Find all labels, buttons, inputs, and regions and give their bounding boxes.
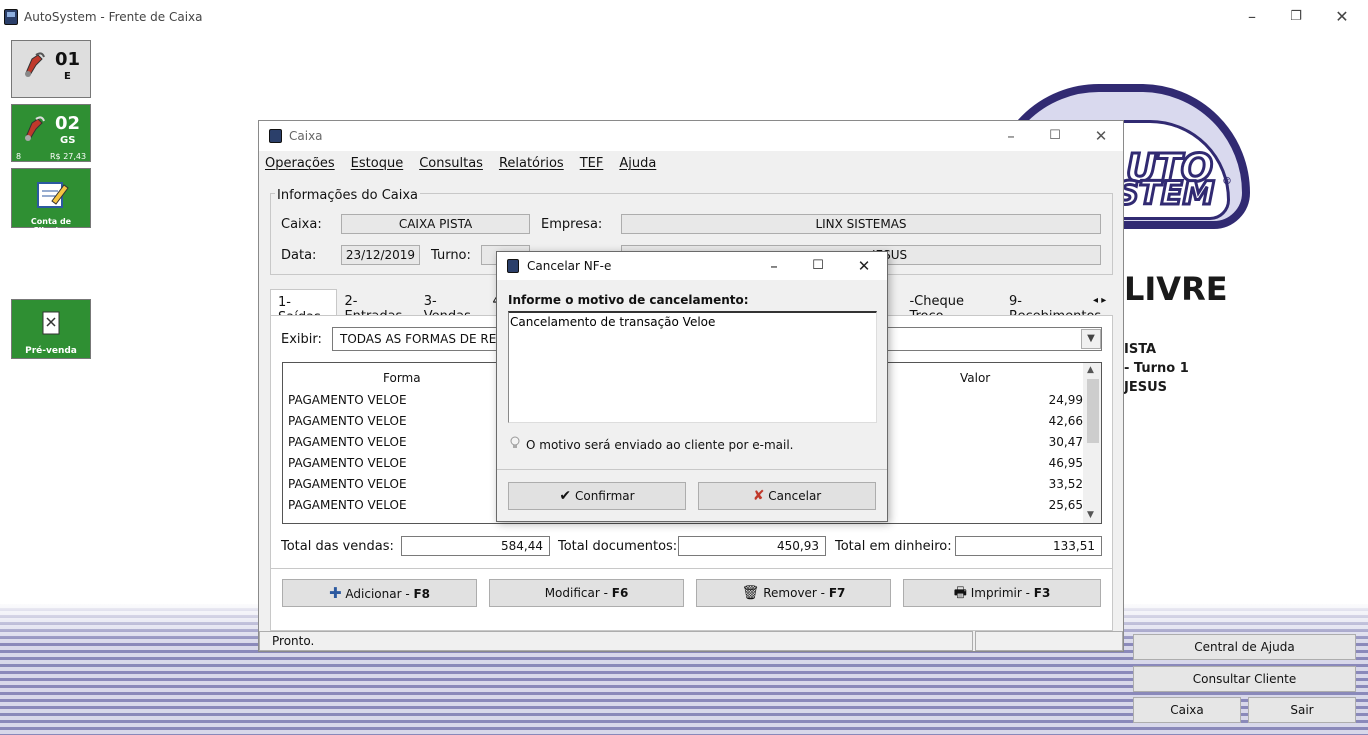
main-window-title: AutoSystem - Frente de Caixa xyxy=(24,10,203,24)
menu-bar: Operações Estoque Consultas Relatórios T… xyxy=(259,151,1123,175)
restore-icon[interactable]: ❐ xyxy=(1284,7,1308,27)
status-line-2: - Turno 1 xyxy=(1124,361,1189,376)
minimize-icon[interactable]: – xyxy=(760,255,788,277)
lightbulb-icon xyxy=(510,436,520,448)
tab-saidas[interactable]: 1-Saídas xyxy=(270,289,338,325)
fuel-nozzle-icon xyxy=(25,52,45,77)
confirm-button[interactable]: ✔ Confirmar xyxy=(508,482,686,510)
tab-entradas[interactable]: 2-Entradas xyxy=(337,289,416,324)
remove-button[interactable]: 🗑 Remover - F7 xyxy=(696,579,891,607)
app-icon xyxy=(507,259,519,273)
menu-ajuda[interactable]: Ajuda xyxy=(619,151,656,175)
data-label: Data: xyxy=(281,248,317,263)
pre-sale-tile[interactable]: Pré-venda xyxy=(11,299,91,359)
logo-text-bottom: STEM xyxy=(1115,173,1217,214)
pump-tile-02[interactable]: 02 GS 8 R$ 27,43 xyxy=(11,104,91,162)
app-icon xyxy=(269,129,282,143)
menu-estoque[interactable]: Estoque xyxy=(351,151,404,175)
scroll-thumb[interactable] xyxy=(1087,379,1099,443)
fuel-nozzle-icon xyxy=(25,116,45,141)
cancel-nfe-dialog: Cancelar NF-e – ☐ ✕ Informe o motivo de … xyxy=(496,251,888,522)
column-header-forma: Forma xyxy=(383,371,421,385)
dialog-titlebar: Cancelar NF-e – ☐ ✕ xyxy=(497,252,887,280)
printer-icon: 🖶 xyxy=(953,585,967,601)
status-line-3: JESUS xyxy=(1124,380,1167,395)
scroll-up-icon[interactable]: ▲ xyxy=(1087,365,1094,375)
close-icon[interactable]: ✕ xyxy=(1330,7,1354,27)
status-bar: Pronto. xyxy=(259,631,1123,651)
main-titlebar: AutoSystem - Frente de Caixa – ❐ ✕ xyxy=(0,0,1368,34)
menu-tef[interactable]: TEF xyxy=(580,151,604,175)
trash-icon: 🗑 xyxy=(741,585,760,601)
red-x-icon: ✘ xyxy=(752,488,765,504)
total-docs-field: 450,93 xyxy=(678,536,826,556)
menu-relatorios[interactable]: Relatórios xyxy=(499,151,564,175)
modify-button[interactable]: Modificar - F6 xyxy=(489,579,684,607)
registered-mark: ® xyxy=(1222,176,1232,187)
caixa-window-title: Caixa xyxy=(289,129,323,143)
cancel-reason-textarea[interactable]: Cancelamento de transação Veloe xyxy=(508,311,877,423)
minimize-icon[interactable]: – xyxy=(996,125,1026,147)
print-button[interactable]: 🖶 Imprimir - F3 xyxy=(903,579,1101,607)
customer-accounts-tile[interactable]: Conta de Clientes xyxy=(11,168,91,235)
total-dinheiro-field: 133,51 xyxy=(955,536,1102,556)
column-header-valor: Valor xyxy=(960,371,991,385)
grid-scrollbar[interactable]: ▲ ▼ xyxy=(1083,363,1101,523)
status-text: Pronto. xyxy=(259,631,973,651)
plus-icon: ✚ xyxy=(328,584,342,602)
menu-consultas[interactable]: Consultas xyxy=(419,151,483,175)
cancel-reason-label: Informe o motivo de cancelamento: xyxy=(508,293,749,307)
pump-tile-01[interactable]: 01 E xyxy=(11,40,91,98)
caixa-label: Caixa: xyxy=(281,217,322,232)
caixa-titlebar: Caixa – ☐ ✕ xyxy=(259,121,1123,151)
empresa-label: Empresa: xyxy=(541,217,603,232)
consult-client-button[interactable]: Consultar Cliente xyxy=(1133,666,1356,692)
exibir-label: Exibir: xyxy=(281,332,322,347)
scroll-down-icon[interactable]: ▼ xyxy=(1087,510,1094,520)
empresa-field: LINX SISTEMAS xyxy=(621,214,1101,234)
maximize-icon[interactable]: ☐ xyxy=(804,255,832,277)
tab-vendas[interactable]: 3-Vendas xyxy=(417,289,486,324)
caixa-field: CAIXA PISTA xyxy=(341,214,530,234)
email-hint-text: O motivo será enviado ao cliente por e-m… xyxy=(526,438,794,452)
notepad-pencil-icon xyxy=(37,182,69,208)
receipt-icon xyxy=(42,311,60,335)
app-icon xyxy=(4,9,18,25)
cancel-button[interactable]: ✘ Cancelar xyxy=(698,482,876,510)
total-vendas-field: 584,44 xyxy=(401,536,550,556)
help-center-button[interactable]: Central de Ajuda xyxy=(1133,634,1356,660)
turno-label: Turno: xyxy=(431,248,471,263)
chevron-down-icon[interactable]: ▼ xyxy=(1081,329,1101,349)
dialog-title: Cancelar NF-e xyxy=(527,259,612,273)
tab-scroll-arrows-icon[interactable]: ◂ ▸ xyxy=(1093,295,1106,306)
status-line-1: ISTA xyxy=(1124,342,1157,357)
caixa-info-title: Informações do Caixa xyxy=(275,188,421,203)
maximize-icon[interactable]: ☐ xyxy=(1040,125,1070,147)
caixa-status-headline: LIVRE xyxy=(1124,270,1228,308)
close-icon[interactable]: ✕ xyxy=(850,255,878,277)
total-docs-label: Total documentos: xyxy=(558,539,678,554)
total-dinheiro-label: Total em dinheiro: xyxy=(835,539,952,554)
tab-cheque-troco[interactable]: -Cheque Troco xyxy=(902,289,1002,324)
checkmark-icon: ✔ xyxy=(559,488,572,504)
add-button[interactable]: ✚ Adicionar - F8 xyxy=(282,579,477,607)
caixa-button[interactable]: Caixa xyxy=(1133,697,1241,723)
total-vendas-label: Total das vendas: xyxy=(281,539,394,554)
data-field: 23/12/2019 xyxy=(341,245,420,265)
close-icon[interactable]: ✕ xyxy=(1086,125,1116,147)
menu-operacoes[interactable]: Operações xyxy=(265,151,335,175)
exit-button[interactable]: Sair xyxy=(1248,697,1356,723)
minimize-icon[interactable]: – xyxy=(1240,7,1264,27)
